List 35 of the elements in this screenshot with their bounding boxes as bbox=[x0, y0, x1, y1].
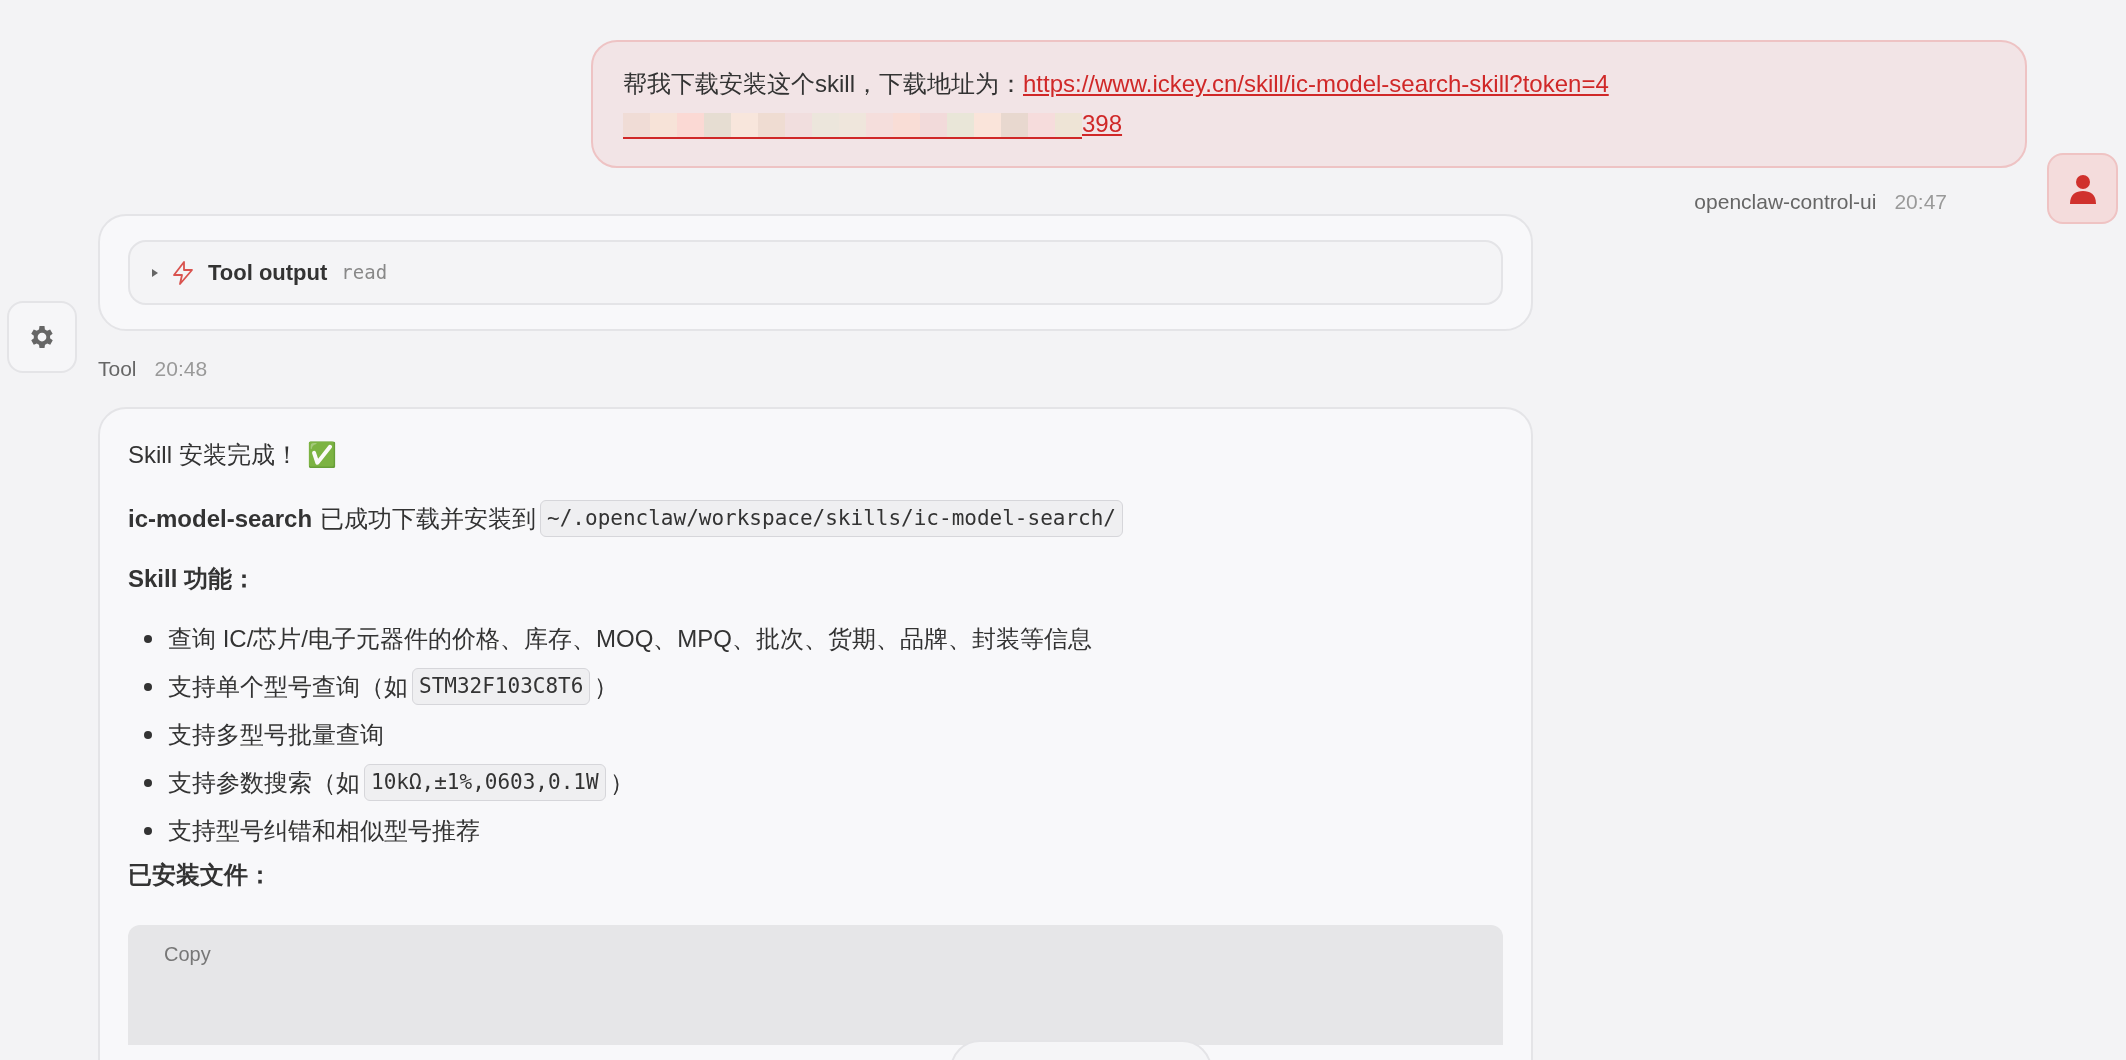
person-icon bbox=[2068, 173, 2097, 204]
message-text: 帮我下载安装这个skill，下载地址为： bbox=[623, 70, 1023, 97]
feature-text: 查询 IC/芯片/电子元器件的价格、库存、MOQ、MPQ、批次、货期、品牌、封装等信息 bbox=[168, 623, 1092, 654]
skill-name: ic-model-search bbox=[128, 503, 313, 534]
feature-text: 支持单个型号查询（如 bbox=[168, 671, 408, 702]
message-time: 20:47 bbox=[1894, 189, 1947, 215]
disclosure-icon bbox=[152, 268, 158, 277]
download-link[interactable]: 398 bbox=[1082, 110, 1123, 137]
lightning-icon bbox=[172, 260, 194, 285]
tool-name: read bbox=[341, 260, 388, 286]
message-time: 20:48 bbox=[154, 356, 208, 382]
bullet-icon bbox=[144, 730, 152, 739]
bullet-icon bbox=[144, 634, 152, 643]
copy-button[interactable]: Copy bbox=[164, 938, 211, 969]
inline-code: STM32F103C8T6 bbox=[412, 667, 591, 706]
feature-text: 支持型号纠错和相似型号推荐 bbox=[168, 815, 480, 846]
sender-name: openclaw-control-ui bbox=[1694, 189, 1877, 215]
install-text: 已成功下载并安装到 bbox=[320, 503, 537, 534]
feature-text: 支持参数搜索（如 bbox=[168, 767, 360, 798]
feature-text: ） bbox=[594, 671, 619, 702]
inline-code: 10kΩ,±1%,0603,0.1W bbox=[364, 763, 606, 802]
tool-output-title: Tool output bbox=[208, 259, 328, 287]
bullet-icon bbox=[144, 826, 152, 835]
bullet-icon bbox=[144, 682, 152, 691]
reply-heading: Skill 安装完成！ bbox=[128, 439, 299, 470]
sender-name: Tool bbox=[98, 356, 137, 382]
tool-output-toggle[interactable]: Tool output read bbox=[128, 240, 1503, 305]
download-link[interactable]: https://www.ickey.cn/skill/ic-model-search-skill?token=4 bbox=[1023, 70, 1609, 97]
feature-text: ） bbox=[609, 767, 634, 798]
bullet-icon bbox=[144, 778, 152, 787]
features-title: Skill 功能： bbox=[128, 563, 258, 594]
feature-text: 支持多型号批量查询 bbox=[168, 719, 384, 750]
inline-code: ~/.openclaw/workspace/skills/ic-model-search/ bbox=[540, 499, 1124, 538]
files-title: 已安装文件： bbox=[128, 859, 273, 890]
check-emoji: ✅ bbox=[306, 439, 337, 470]
